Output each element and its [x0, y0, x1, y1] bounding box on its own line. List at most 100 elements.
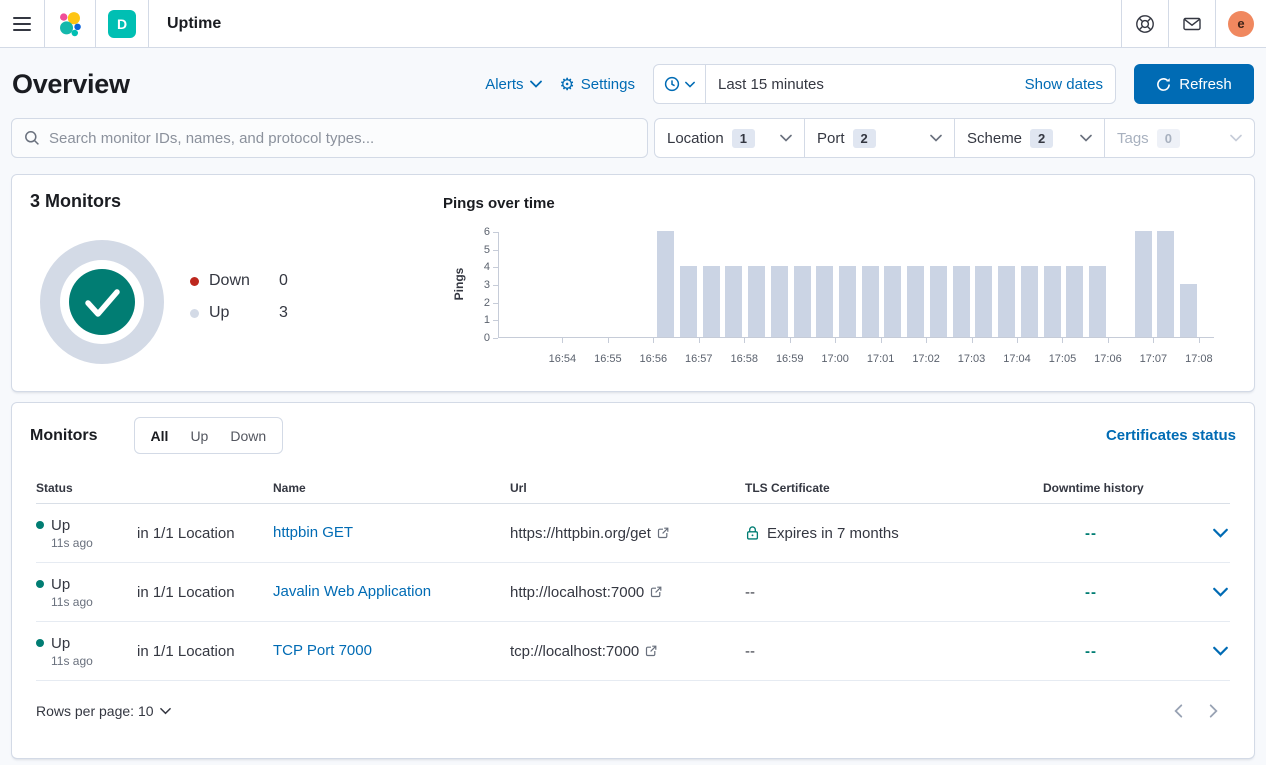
- next-page-button[interactable]: [1209, 704, 1218, 718]
- chart-plot-area: [498, 232, 1214, 338]
- x-tick-label: 17:02: [912, 353, 940, 365]
- down-dot: [190, 277, 199, 286]
- legend-row-down: Down 0: [190, 272, 309, 290]
- settings-button[interactable]: ⚙ Settings: [560, 76, 635, 93]
- top-header: D Uptime e: [0, 0, 1266, 48]
- legend-value: 0: [279, 272, 309, 290]
- x-tick-label: 17:04: [1003, 353, 1031, 365]
- expand-row-button[interactable]: [1213, 587, 1232, 597]
- filter-port[interactable]: Port 2: [805, 119, 955, 157]
- expand-row-button[interactable]: [1213, 528, 1232, 538]
- status-text: Up: [51, 635, 70, 652]
- monitor-url: http://localhost:7000: [510, 584, 644, 601]
- external-link-icon[interactable]: [645, 645, 657, 657]
- search-bar: [11, 118, 648, 158]
- filter-label: Port: [817, 130, 845, 147]
- elastic-logo[interactable]: [45, 0, 95, 47]
- show-dates-button[interactable]: Show dates: [1025, 76, 1115, 93]
- monitors-count-title: 3 Monitors: [30, 191, 121, 212]
- user-menu-button[interactable]: e: [1216, 0, 1266, 47]
- hamburger-icon: [12, 14, 32, 34]
- ping-bar: [884, 266, 901, 337]
- y-tick-label: 0: [442, 332, 490, 344]
- x-tick-label: 16:58: [730, 353, 758, 365]
- chevron-down-icon: [160, 707, 171, 715]
- table-row: Up 11s ago in 1/1 Location TCP Port 7000…: [36, 622, 1230, 681]
- settings-label: Settings: [581, 76, 635, 93]
- x-tick-label: 17:07: [1140, 353, 1168, 365]
- ping-bar: [748, 266, 765, 337]
- rows-per-page-button[interactable]: Rows per page: 10: [36, 703, 171, 719]
- filter-tags[interactable]: Tags 0: [1105, 119, 1254, 157]
- external-link-icon[interactable]: [657, 527, 669, 539]
- pings-over-time-chart: Pings over time Pings 012345616:5416:551…: [432, 191, 1244, 387]
- monitor-url: https://httpbin.org/get: [510, 525, 651, 542]
- downtime-history: --: [1043, 525, 1213, 542]
- x-tick-label: 17:03: [958, 353, 986, 365]
- chevron-down-icon: [930, 134, 942, 142]
- up-status-dot: [36, 639, 44, 647]
- help-buoy-icon: [1134, 13, 1156, 35]
- quick-select-button[interactable]: [654, 65, 706, 103]
- tab-all[interactable]: All: [151, 428, 169, 444]
- y-tick-label: 3: [442, 279, 490, 291]
- tls-expiry-text[interactable]: Expires in 7 months: [767, 525, 899, 542]
- tab-down[interactable]: Down: [230, 428, 266, 444]
- newsfeed-button[interactable]: [1169, 0, 1215, 47]
- app-title: Uptime: [161, 15, 221, 33]
- refresh-button[interactable]: Refresh: [1134, 64, 1254, 104]
- ping-bar: [953, 266, 970, 337]
- ping-bar: [680, 266, 697, 337]
- tab-up[interactable]: Up: [190, 428, 208, 444]
- ping-bar: [1066, 266, 1083, 337]
- clock-icon: [664, 76, 680, 92]
- ping-bar: [1157, 231, 1174, 337]
- chevron-down-icon: [1213, 528, 1228, 538]
- col-status: Status: [36, 481, 137, 503]
- alerts-dropdown[interactable]: Alerts: [485, 76, 541, 93]
- chevron-down-icon: [530, 80, 542, 88]
- legend-value: 3: [279, 304, 309, 322]
- refresh-label: Refresh: [1179, 76, 1232, 93]
- help-button[interactable]: [1122, 0, 1168, 47]
- certificates-status-link[interactable]: Certificates status: [1106, 427, 1236, 444]
- ping-bar: [703, 266, 720, 337]
- nav-menu-button[interactable]: [0, 0, 44, 47]
- chevron-down-icon: [685, 81, 695, 88]
- search-icon: [24, 130, 40, 146]
- monitor-name-link[interactable]: TCP Port 7000: [273, 642, 372, 659]
- last-check-time: 11s ago: [36, 595, 137, 609]
- space-selector[interactable]: D: [96, 0, 148, 47]
- x-tick-label: 17:01: [867, 353, 895, 365]
- x-tick-label: 16:59: [776, 353, 804, 365]
- refresh-icon: [1156, 77, 1171, 92]
- rows-per-page-label: Rows per page: 10: [36, 703, 154, 719]
- filter-location[interactable]: Location 1: [655, 119, 805, 157]
- mail-icon: [1181, 13, 1203, 35]
- monitor-name-link[interactable]: httpbin GET: [273, 524, 353, 541]
- chart-title: Pings over time: [443, 195, 555, 212]
- ping-bar: [1089, 266, 1106, 337]
- y-tick-label: 5: [442, 244, 490, 256]
- monitor-name-link[interactable]: Javalin Web Application: [273, 583, 431, 600]
- chevron-down-icon: [1213, 587, 1228, 597]
- ping-bar: [862, 266, 879, 337]
- filter-scheme[interactable]: Scheme 2: [955, 119, 1105, 157]
- date-range-value[interactable]: Last 15 minutes: [706, 76, 1025, 93]
- y-tick-label: 2: [442, 297, 490, 309]
- ping-bar: [907, 266, 924, 337]
- ping-bar: [1021, 266, 1038, 337]
- status-donut-chart: [40, 240, 164, 364]
- external-link-icon[interactable]: [650, 586, 662, 598]
- search-input[interactable]: [49, 130, 635, 147]
- prev-page-button[interactable]: [1174, 704, 1183, 718]
- ping-bar: [930, 266, 947, 337]
- legend-label: Up: [209, 304, 279, 322]
- filter-count-badge: 2: [853, 129, 876, 148]
- monitors-panel: Monitors All Up Down Certificates status…: [11, 402, 1255, 759]
- up-status-dot: [36, 521, 44, 529]
- up-dot: [190, 309, 199, 318]
- chevron-left-icon: [1174, 704, 1183, 718]
- expand-row-button[interactable]: [1213, 646, 1232, 656]
- ping-bar: [975, 266, 992, 337]
